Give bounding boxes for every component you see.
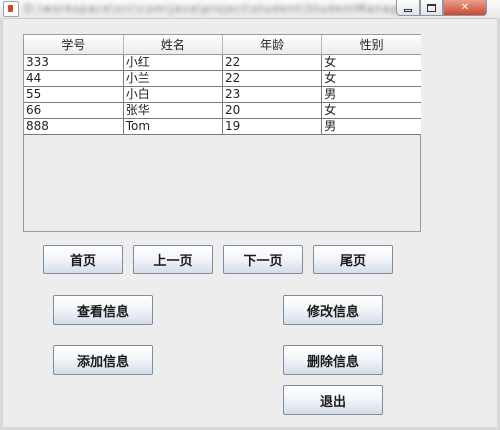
student-table[interactable]: 学号 姓名 年龄 性别 333 小红 22 女 44 小兰 22 女 55 小白 [24, 35, 421, 135]
last-page-button[interactable]: 尾页 [313, 245, 393, 274]
minimize-button[interactable] [396, 0, 420, 16]
table-row[interactable]: 44 小兰 22 女 [24, 70, 421, 87]
table-cell[interactable]: 888 [24, 118, 124, 135]
table-row[interactable]: 333 小红 22 女 [24, 54, 421, 71]
next-page-button[interactable]: 下一页 [223, 245, 303, 274]
table-cell[interactable]: 女 [321, 54, 421, 71]
table-cell[interactable]: 66 [24, 102, 124, 119]
view-info-button[interactable]: 查看信息 [53, 295, 153, 325]
table-cell[interactable]: 女 [321, 102, 421, 119]
close-icon: ✕ [460, 2, 470, 13]
delete-info-button[interactable]: 删除信息 [283, 345, 383, 375]
close-button[interactable]: ✕ [443, 0, 487, 16]
table-cell[interactable]: 20 [222, 102, 323, 119]
table-cell[interactable]: 张华 [123, 102, 224, 119]
column-header-name[interactable]: 姓名 [123, 35, 224, 55]
table-cell[interactable]: 55 [24, 86, 124, 103]
maximize-button[interactable] [420, 0, 443, 16]
column-header-gender[interactable]: 性别 [321, 35, 421, 55]
table-cell[interactable]: 333 [24, 54, 124, 71]
exit-button[interactable]: 退出 [283, 385, 383, 415]
minimize-icon [404, 9, 412, 12]
window-title: D:\workspace\src\com\java\project\studen… [24, 2, 448, 15]
table-cell[interactable]: 男 [321, 118, 421, 135]
table-row[interactable]: 888 Tom 19 男 [24, 118, 421, 135]
title-bar: D:\workspace\src\com\java\project\studen… [0, 0, 500, 19]
column-header-id[interactable]: 学号 [24, 35, 124, 55]
table-cell[interactable]: 小兰 [123, 70, 224, 87]
table-row[interactable]: 66 张华 20 女 [24, 102, 421, 119]
maximize-icon [427, 3, 436, 12]
table-cell[interactable]: 22 [222, 54, 323, 71]
window-frame-left [0, 18, 3, 430]
column-header-age[interactable]: 年龄 [222, 35, 323, 55]
edit-info-button[interactable]: 修改信息 [283, 295, 383, 325]
table-cell[interactable]: 女 [321, 70, 421, 87]
table-cell[interactable]: 小白 [123, 86, 224, 103]
table-cell[interactable]: 23 [222, 86, 323, 103]
table-cell[interactable]: 22 [222, 70, 323, 87]
first-page-button[interactable]: 首页 [43, 245, 123, 274]
table-row[interactable]: 55 小白 23 男 [24, 86, 421, 103]
add-info-button[interactable]: 添加信息 [53, 345, 153, 375]
prev-page-button[interactable]: 上一页 [133, 245, 213, 274]
student-table-scrollpane[interactable]: 学号 姓名 年龄 性别 333 小红 22 女 44 小兰 22 女 55 小白 [23, 34, 421, 232]
table-header-row: 学号 姓名 年龄 性别 [24, 35, 421, 55]
table-cell[interactable]: Tom [123, 118, 224, 135]
table-cell[interactable]: 小红 [123, 54, 224, 71]
table-cell[interactable]: 44 [24, 70, 124, 87]
java-app-icon [3, 1, 19, 17]
table-cell[interactable]: 男 [321, 86, 421, 103]
table-cell[interactable]: 19 [222, 118, 323, 135]
